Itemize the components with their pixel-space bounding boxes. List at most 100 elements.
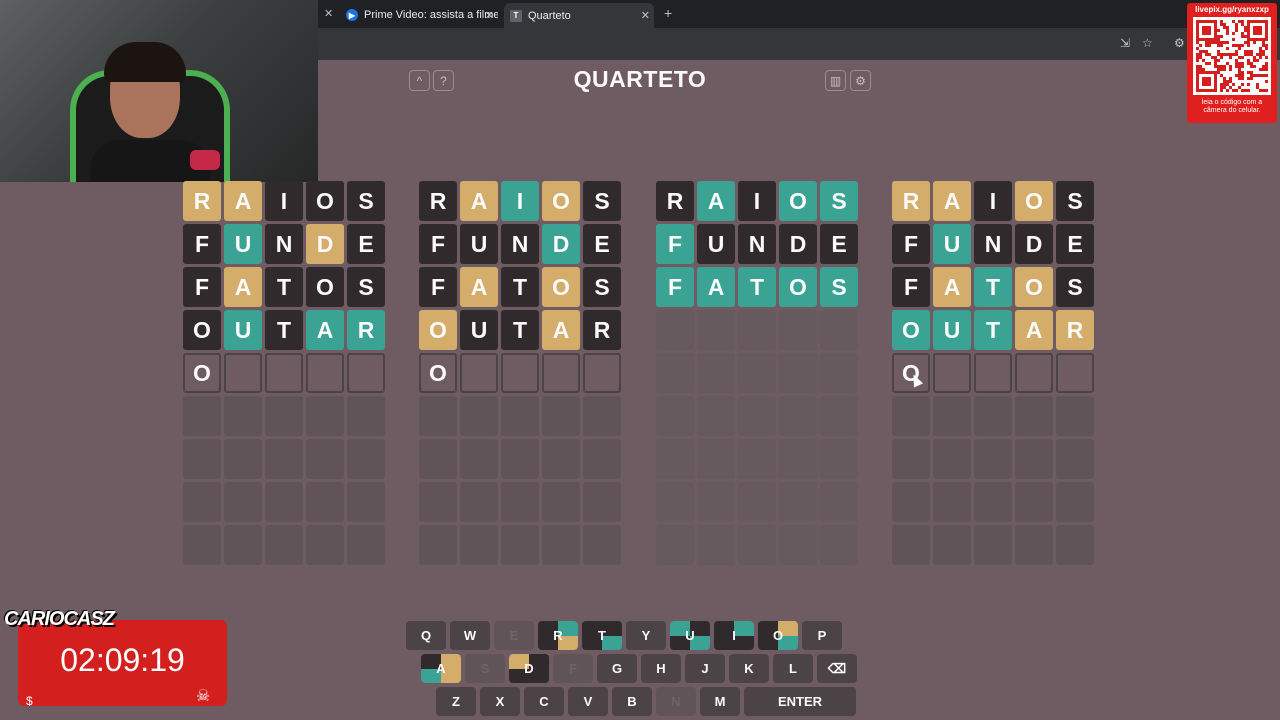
key-m[interactable]: M [700, 687, 740, 716]
key-k[interactable]: K [729, 654, 769, 683]
settings-button[interactable]: ⚙ [850, 70, 871, 91]
letter-tile: R [892, 181, 930, 221]
letter-tile: N [738, 224, 776, 264]
board-3[interactable]: RAIOSFUNDEFATOS [656, 181, 861, 568]
tutorial-button[interactable]: ^ [409, 70, 430, 91]
letter-tile: F [892, 267, 930, 307]
prime-video-icon: ▶ [346, 9, 358, 21]
empty-tile [820, 353, 858, 393]
key-n[interactable]: N [656, 687, 696, 716]
empty-tile [1056, 396, 1094, 436]
key-g[interactable]: G [597, 654, 637, 683]
key-p[interactable]: P [802, 621, 842, 650]
empty-tile [183, 525, 221, 565]
letter-tile: A [1015, 310, 1053, 350]
letter-tile: T [501, 267, 539, 307]
empty-tile [460, 439, 498, 479]
empty-tile [656, 525, 694, 565]
letter-tile: F [892, 224, 930, 264]
key-c[interactable]: C [524, 687, 564, 716]
empty-tile [738, 482, 776, 522]
empty-row [419, 396, 624, 436]
key-d[interactable]: D [509, 654, 549, 683]
key-x[interactable]: X [480, 687, 520, 716]
key-label: R [553, 628, 563, 643]
empty-tile [1015, 396, 1053, 436]
key-t[interactable]: T [582, 621, 622, 650]
empty-tile [656, 396, 694, 436]
key-o[interactable]: O [758, 621, 798, 650]
key-i[interactable]: I [714, 621, 754, 650]
key-label: W [463, 628, 477, 643]
letter-tile: E [583, 224, 621, 264]
key-f[interactable]: F [553, 654, 593, 683]
key-a[interactable]: A [421, 654, 461, 683]
letter-tile: N [265, 224, 303, 264]
key-label: V [583, 694, 593, 709]
key-v[interactable]: V [568, 687, 608, 716]
board-2[interactable]: RAIOSFUNDEFATOSOUTARO [419, 181, 624, 568]
empty-tile [501, 482, 539, 522]
key-j[interactable]: J [685, 654, 725, 683]
letter-tile: O [1015, 267, 1053, 307]
empty-tile [306, 396, 344, 436]
close-tab-icon[interactable]: ✕ [485, 9, 494, 22]
close-tab-icon[interactable]: ✕ [641, 9, 650, 22]
board-hint-quadrant [714, 635, 734, 650]
key-label: X [495, 694, 505, 709]
empty-tile [697, 525, 735, 565]
key-w[interactable]: W [450, 621, 490, 650]
empty-row [656, 439, 861, 479]
guess-row: FATOS [419, 267, 624, 307]
bookmark-star-icon[interactable]: ☆ [1142, 36, 1153, 50]
install-app-icon[interactable]: ⇲ [1120, 36, 1130, 50]
key-u[interactable]: U [670, 621, 710, 650]
input-tile [265, 353, 303, 393]
key-b[interactable]: B [612, 687, 652, 716]
empty-tile [779, 439, 817, 479]
key-s[interactable]: S [465, 654, 505, 683]
letter-tile: A [460, 267, 498, 307]
empty-tile [347, 396, 385, 436]
letter-tile: T [265, 267, 303, 307]
empty-tile [656, 353, 694, 393]
guess-row: RAIOS [419, 181, 624, 221]
empty-tile [224, 396, 262, 436]
board-1[interactable]: RAIOSFUNDEFATOSOUTARO [183, 181, 388, 568]
letter-tile: U [933, 310, 971, 350]
board-4[interactable]: RAIOSFUNDEFATOSOUTARO [892, 181, 1097, 568]
extensions-icon[interactable]: ⚙ [1174, 36, 1185, 50]
key-label: Y [641, 628, 651, 643]
key-l[interactable]: L [773, 654, 813, 683]
letter-tile: U [697, 224, 735, 264]
key-h[interactable]: H [641, 654, 681, 683]
stats-button[interactable]: ▥ [825, 70, 846, 91]
letter-tile: R [347, 310, 385, 350]
key-y[interactable]: Y [626, 621, 666, 650]
tab-prime-video[interactable]: ▶ Prime Video: assista a filmes, sé ✕ [346, 4, 498, 26]
streamer-hair [104, 42, 186, 82]
letter-tile: A [697, 181, 735, 221]
empty-tile [697, 353, 735, 393]
help-button[interactable]: ? [433, 70, 454, 91]
key-q[interactable]: Q [406, 621, 446, 650]
key-e[interactable]: E [494, 621, 534, 650]
key-r[interactable]: R [538, 621, 578, 650]
close-tab-icon[interactable]: ✕ [324, 7, 333, 20]
browser-tab-bar: ✕ ▶ Prime Video: assista a filmes, sé ✕ … [318, 0, 1280, 28]
key-label: G [611, 661, 623, 676]
enter-key[interactable]: ENTER [744, 687, 856, 716]
guess-row: OUTAR [183, 310, 388, 350]
letter-tile: D [1015, 224, 1053, 264]
backspace-key[interactable]: ⌫ [817, 654, 857, 683]
input-tile [1056, 353, 1094, 393]
tab-title: Prime Video: assista a filmes, sé [364, 9, 498, 21]
tab-quarteto[interactable]: T Quarteto ✕ [504, 3, 654, 28]
key-label: M [714, 694, 726, 709]
guess-row: RAIOS [892, 181, 1097, 221]
new-tab-button[interactable]: + [664, 5, 672, 21]
key-z[interactable]: Z [436, 687, 476, 716]
key-label: P [817, 628, 827, 643]
empty-tile [1056, 439, 1094, 479]
skull-icon: ☠ [196, 688, 211, 705]
